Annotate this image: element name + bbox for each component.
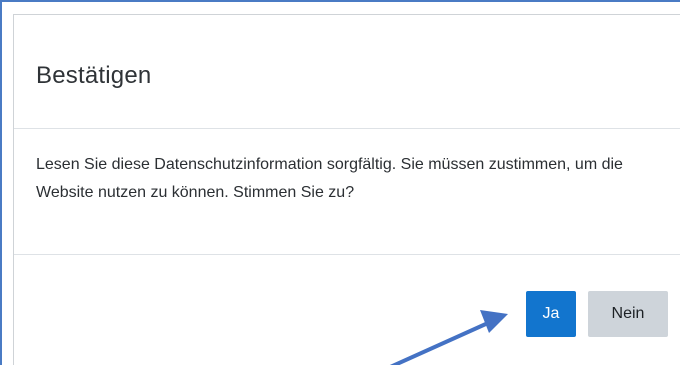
dialog-title: Bestätigen (36, 62, 152, 89)
frame-border-left (0, 0, 2, 365)
frame-border-top (0, 0, 680, 2)
confirm-dialog: Bestätigen Lesen Sie diese Datenschutzin… (13, 14, 680, 365)
dialog-message: Lesen Sie diese Datenschutzinformation s… (36, 156, 623, 201)
dialog-header: Bestätigen (14, 15, 680, 129)
dialog-body: Lesen Sie diese Datenschutzinformation s… (14, 129, 680, 255)
dialog-footer: Ja Nein (14, 255, 680, 365)
yes-button[interactable]: Ja (526, 291, 576, 337)
no-button[interactable]: Nein (588, 291, 668, 337)
screen: Bestätigen Lesen Sie diese Datenschutzin… (0, 0, 680, 365)
